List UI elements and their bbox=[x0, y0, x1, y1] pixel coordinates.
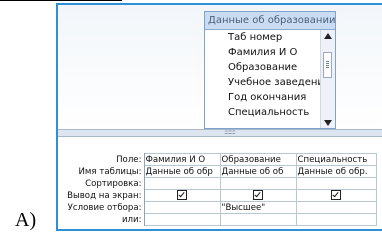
show-cell bbox=[143, 189, 221, 202]
pane-splitter[interactable]: :::::::: bbox=[58, 129, 382, 137]
show-cell bbox=[295, 189, 377, 202]
criteria-cell[interactable] bbox=[143, 201, 221, 214]
row-label-table: Имя таблицы: bbox=[58, 165, 145, 178]
sort-cell[interactable] bbox=[295, 177, 377, 190]
row-label-sort: Сортировка: bbox=[58, 177, 145, 190]
field-item[interactable]: Фамилия И О bbox=[205, 45, 321, 60]
field-item[interactable]: Специальность bbox=[205, 105, 321, 120]
scroll-up-arrow-icon[interactable] bbox=[324, 33, 332, 39]
table-name-cell[interactable]: Данные об обр bbox=[143, 165, 221, 178]
field-cell[interactable]: Фамилия И О bbox=[143, 153, 221, 166]
row-label-criteria: Условие отбора: bbox=[58, 201, 145, 214]
splitter-grip: :::::::: bbox=[224, 128, 236, 136]
field-cell[interactable]: Образование bbox=[219, 153, 297, 166]
table-pane: Данные об образовании Таб номер Фамилия … bbox=[58, 5, 382, 129]
scroll-down-arrow-icon[interactable] bbox=[324, 120, 332, 126]
table-name-cell[interactable]: Данные об об bbox=[219, 165, 297, 178]
criteria-cell[interactable] bbox=[295, 201, 377, 214]
answer-label: A) bbox=[15, 209, 37, 231]
show-checkbox[interactable] bbox=[177, 190, 187, 201]
field-item[interactable]: Учебное заведение bbox=[205, 75, 321, 90]
query-design-grid: Поле: Фамилия И О Образование Специально… bbox=[58, 153, 377, 226]
table-name-cell[interactable]: Данные об обр. bbox=[295, 165, 377, 178]
sort-cell[interactable] bbox=[143, 177, 221, 190]
field-cell[interactable]: Специальность bbox=[295, 153, 377, 166]
table-field-list[interactable]: Данные об образовании Таб номер Фамилия … bbox=[204, 11, 336, 129]
or-cell[interactable] bbox=[143, 213, 221, 226]
field-list-scrollbar[interactable] bbox=[320, 30, 335, 128]
or-cell[interactable] bbox=[295, 213, 377, 226]
sort-cell[interactable] bbox=[219, 177, 297, 190]
field-item[interactable]: Год окончания bbox=[205, 90, 321, 105]
row-label-or: или: bbox=[58, 213, 145, 226]
table-title[interactable]: Данные об образовании bbox=[205, 12, 335, 30]
field-item[interactable]: Таб номер bbox=[205, 30, 321, 45]
design-grid-pane: Поле: Фамилия И О Образование Специально… bbox=[58, 137, 382, 229]
field-item[interactable]: Образование bbox=[205, 60, 321, 75]
top-rule bbox=[0, 0, 122, 1]
query-designer-window: Данные об образовании Таб номер Фамилия … bbox=[56, 3, 382, 231]
scroll-thumb[interactable] bbox=[323, 52, 332, 78]
row-label-show: Вывод на экран: bbox=[58, 189, 145, 202]
row-label-field: Поле: bbox=[58, 153, 145, 166]
show-cell bbox=[219, 189, 297, 202]
or-cell[interactable] bbox=[219, 213, 297, 226]
field-list: Таб номер Фамилия И О Образование Учебно… bbox=[205, 30, 321, 128]
show-checkbox[interactable] bbox=[331, 190, 341, 201]
show-checkbox[interactable] bbox=[253, 190, 263, 201]
criteria-cell[interactable]: "Высшее" bbox=[219, 201, 297, 214]
